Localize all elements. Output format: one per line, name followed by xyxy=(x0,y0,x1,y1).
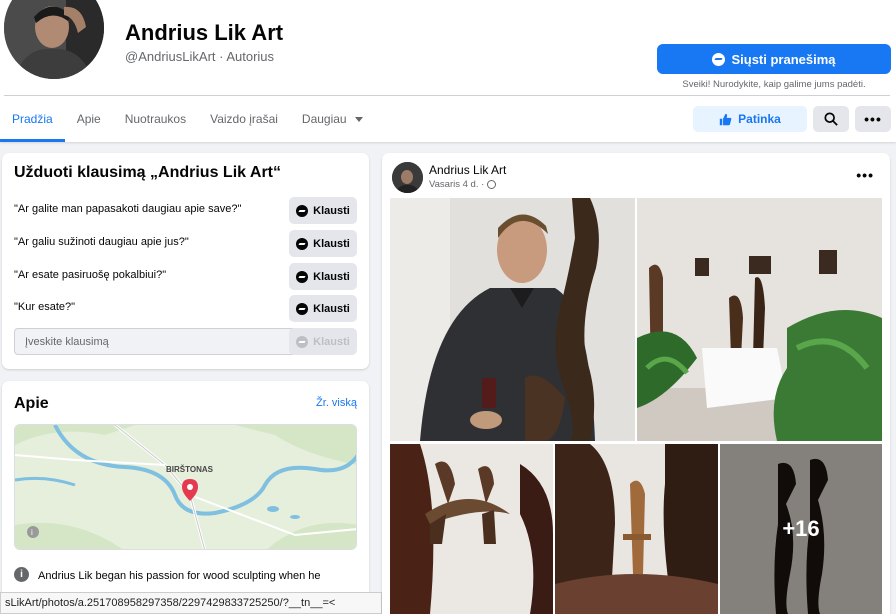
tab-home-label: Pradžia xyxy=(12,112,53,126)
post-options-button[interactable]: ••• xyxy=(856,167,874,185)
question-row: "Ar galiu sužinoti daugiau apie jus?" Kl… xyxy=(14,230,357,257)
page-header: Andrius Lik Art @AndriusLikArt · Autoriu… xyxy=(0,0,896,142)
post-date-text: Vasaris 4 d. · xyxy=(429,179,485,190)
post-author-name[interactable]: Andrius Lik Art xyxy=(429,163,506,177)
tab-more-label: Daugiau xyxy=(301,112,347,126)
post-photo[interactable] xyxy=(637,198,882,441)
ask-custom-button-label: Klausti xyxy=(313,335,350,348)
photo-post: Andrius Lik Art Vasaris 4 d. · ••• +16 xyxy=(382,153,890,614)
tab-photos-label: Nuotraukos xyxy=(124,112,187,126)
about-description: Andrius Lik began his passion for wood s… xyxy=(38,570,321,582)
messenger-icon xyxy=(296,237,309,250)
post-photo[interactable]: +16 xyxy=(720,444,882,614)
tab-photos[interactable]: Nuotraukos xyxy=(113,96,198,142)
page-tabs: Pradžia Apie Nuotraukos Vaizdo įrašai Da… xyxy=(0,96,375,142)
tab-videos-label: Vaizdo įrašai xyxy=(210,112,278,126)
like-page-button[interactable]: Patinka xyxy=(693,106,807,132)
greeting-text: Sveiki! Nurodykite, kaip galime jums pad… xyxy=(682,79,866,90)
messenger-icon xyxy=(296,204,309,217)
about-card-title: Apie xyxy=(14,395,49,412)
page-avatar[interactable] xyxy=(4,0,104,79)
like-label: Patinka xyxy=(738,112,781,126)
ask-button-label: Klausti xyxy=(313,237,350,250)
more-options-button[interactable]: ••• xyxy=(855,106,891,132)
globe-icon xyxy=(487,180,497,189)
ask-button-label: Klausti xyxy=(313,302,350,315)
see-all-link[interactable]: Žr. viską xyxy=(316,397,357,409)
caret-down-icon xyxy=(354,116,363,122)
more-icon: ••• xyxy=(856,167,874,183)
page-title: Andrius Lik Art xyxy=(125,20,284,45)
question-input[interactable]: Įveskite klausimą xyxy=(14,328,296,355)
map-town-label: BIRŠTONAS xyxy=(166,465,213,474)
messenger-icon xyxy=(296,270,309,283)
tab-about-label: Apie xyxy=(76,112,101,126)
post-photo[interactable] xyxy=(390,198,635,441)
tab-about[interactable]: Apie xyxy=(65,96,113,142)
more-icon: ••• xyxy=(864,111,882,127)
ask-button-label: Klausti xyxy=(313,270,350,283)
send-message-label: Siųsti pranešimą xyxy=(731,51,836,67)
question-text: "Kur esate?" xyxy=(14,301,76,313)
question-text: "Ar esate pasiruošę pokalbiui?" xyxy=(14,269,167,281)
map-pin-icon xyxy=(182,479,198,501)
location-map[interactable]: i BIRŠTONAS xyxy=(14,424,357,550)
post-date[interactable]: Vasaris 4 d. · xyxy=(429,179,497,190)
search-icon xyxy=(824,112,838,126)
ask-custom-button[interactable]: Klausti xyxy=(289,328,357,355)
tab-videos[interactable]: Vaizdo įrašai xyxy=(198,96,290,142)
tab-home[interactable]: Pradžia xyxy=(0,96,65,142)
messenger-icon xyxy=(296,335,309,348)
about-card: Apie Žr. viską i BIRŠTONAS i Andrius Lik… xyxy=(2,381,369,614)
ask-button[interactable]: Klausti xyxy=(289,295,357,322)
post-photo[interactable] xyxy=(555,444,718,614)
svg-text:i: i xyxy=(31,528,33,537)
post-photo[interactable] xyxy=(390,444,553,614)
ask-button[interactable]: Klausti xyxy=(289,263,357,290)
messenger-icon xyxy=(296,302,309,315)
thumbs-up-icon xyxy=(719,113,732,125)
ask-button-label: Klausti xyxy=(313,204,350,217)
ask-card-title: Užduoti klausimą „Andrius Lik Art“ xyxy=(14,164,281,181)
question-row: "Ar galite man papasakoti daugiau apie s… xyxy=(14,197,357,224)
search-button[interactable] xyxy=(813,106,849,132)
question-text: "Ar galite man papasakoti daugiau apie s… xyxy=(14,203,242,215)
ask-question-card: Užduoti klausimą „Andrius Lik Art“ "Ar g… xyxy=(2,153,369,369)
post-author-avatar[interactable] xyxy=(392,162,423,193)
status-bar-url: sLikArt/photos/a.251708958297358/2297429… xyxy=(0,592,382,614)
tab-more[interactable]: Daugiau xyxy=(290,96,375,142)
info-icon: i xyxy=(14,567,29,582)
messenger-icon xyxy=(712,52,726,66)
question-text: "Ar galiu sužinoti daugiau apie jus?" xyxy=(14,236,189,248)
more-photos-overlay[interactable]: +16 xyxy=(720,444,882,614)
ask-button[interactable]: Klausti xyxy=(289,197,357,224)
page-handle: @AndriusLikArt · Autorius xyxy=(125,49,275,64)
send-message-button[interactable]: Siųsti pranešimą xyxy=(657,44,891,74)
question-row: "Ar esate pasiruošę pokalbiui?" Klausti xyxy=(14,263,357,290)
question-row: "Kur esate?" Klausti xyxy=(14,295,357,322)
ask-button[interactable]: Klausti xyxy=(289,230,357,257)
